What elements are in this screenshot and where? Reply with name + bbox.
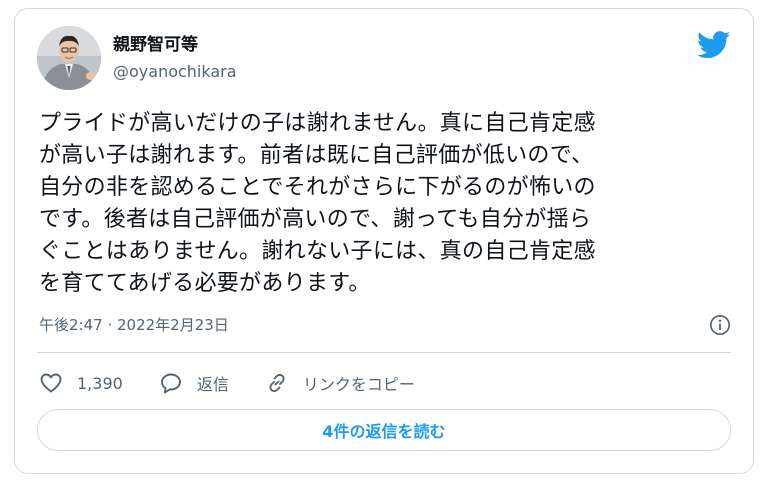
reply-bubble-icon bbox=[160, 373, 181, 394]
like-count: 1,390 bbox=[77, 373, 123, 393]
reply-button[interactable]: 返信 bbox=[159, 371, 229, 395]
author-display-name[interactable]: 親野智可等 bbox=[113, 33, 198, 57]
avatar-photo bbox=[37, 26, 101, 90]
author-handle[interactable]: @oyanochikara bbox=[113, 61, 237, 83]
tweet-text-line: 自分の非を認めることでそれがさらに下がるのが怖いの bbox=[39, 175, 596, 200]
twitter-bird-icon[interactable] bbox=[697, 31, 731, 59]
tweet-text: プライドが高いだけの子は謝れません。真に自己肯定感 が高い子は謝れます。前者は既… bbox=[39, 108, 739, 300]
tweet-actions: 1,390 返信 リンクをコピー bbox=[39, 369, 451, 397]
copy-link-label: リンクをコピー bbox=[302, 375, 415, 394]
avatar[interactable] bbox=[37, 26, 101, 90]
link-icon bbox=[269, 373, 285, 393]
like-button[interactable]: 1,390 bbox=[39, 371, 123, 395]
tweet-card: 親野智可等 @oyanochikara プライドが高いだけの子は謝れません。真に… bbox=[14, 8, 754, 474]
read-replies-button[interactable]: 4件の返信を読む bbox=[37, 409, 731, 451]
tweet-text-line: が高い子は謝れます。前者は既に自己評価が低いので、 bbox=[39, 143, 594, 168]
divider bbox=[37, 352, 731, 353]
tweet-text-line: ぐことはありません。謝れない子には、真の自己肯定感 bbox=[39, 239, 596, 264]
tweet-text-line: です。後者は自己評価が高いので、謝っても自分が揺ら bbox=[39, 207, 592, 232]
tweet-timestamp[interactable]: 午後2:47 · 2022年2月23日 bbox=[39, 315, 229, 335]
tweet-text-line: を育ててあげる必要があります。 bbox=[39, 271, 371, 296]
copy-link-button[interactable]: リンクをコピー bbox=[265, 371, 415, 395]
reply-label: 返信 bbox=[196, 375, 229, 394]
tweet-text-line: プライドが高いだけの子は謝れません。真に自己肯定感 bbox=[39, 111, 596, 136]
heart-icon bbox=[40, 373, 62, 393]
info-icon[interactable] bbox=[709, 314, 731, 336]
